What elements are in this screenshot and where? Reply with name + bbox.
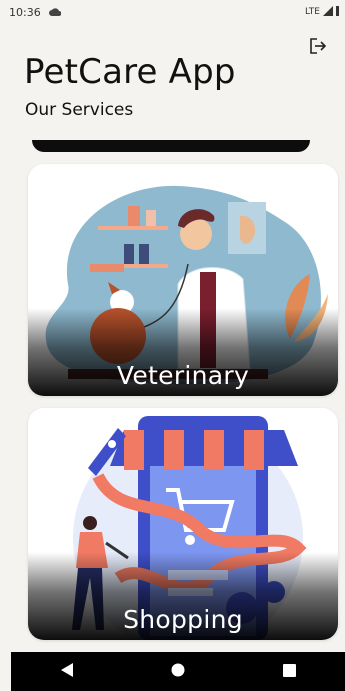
page-title: PetCare App [24, 52, 236, 92]
previous-card-edge[interactable] [32, 140, 310, 152]
status-bar: 10:36 LTE [0, 0, 345, 24]
recents-button[interactable] [269, 657, 309, 687]
cloud-icon [48, 6, 62, 19]
home-icon [171, 662, 185, 681]
service-label: Veterinary [116, 361, 250, 390]
signal-icon [323, 5, 333, 19]
services-list[interactable]: Veterinary Shopping [0, 140, 345, 652]
recents-icon [282, 662, 296, 681]
service-card-shopping[interactable]: Shopping [28, 408, 338, 640]
network-type: LTE [305, 7, 320, 17]
status-time: 10:36 [9, 5, 41, 19]
home-button[interactable] [158, 657, 198, 687]
battery-icon [336, 5, 339, 19]
service-card-veterinary[interactable]: Veterinary [28, 164, 338, 396]
back-button[interactable] [47, 657, 87, 687]
service-label: Shopping [123, 605, 243, 634]
page-subtitle: Our Services [25, 100, 134, 120]
system-nav-bar [11, 652, 345, 691]
logout-button[interactable] [307, 38, 329, 58]
back-icon [60, 662, 73, 681]
logout-icon [309, 37, 327, 59]
